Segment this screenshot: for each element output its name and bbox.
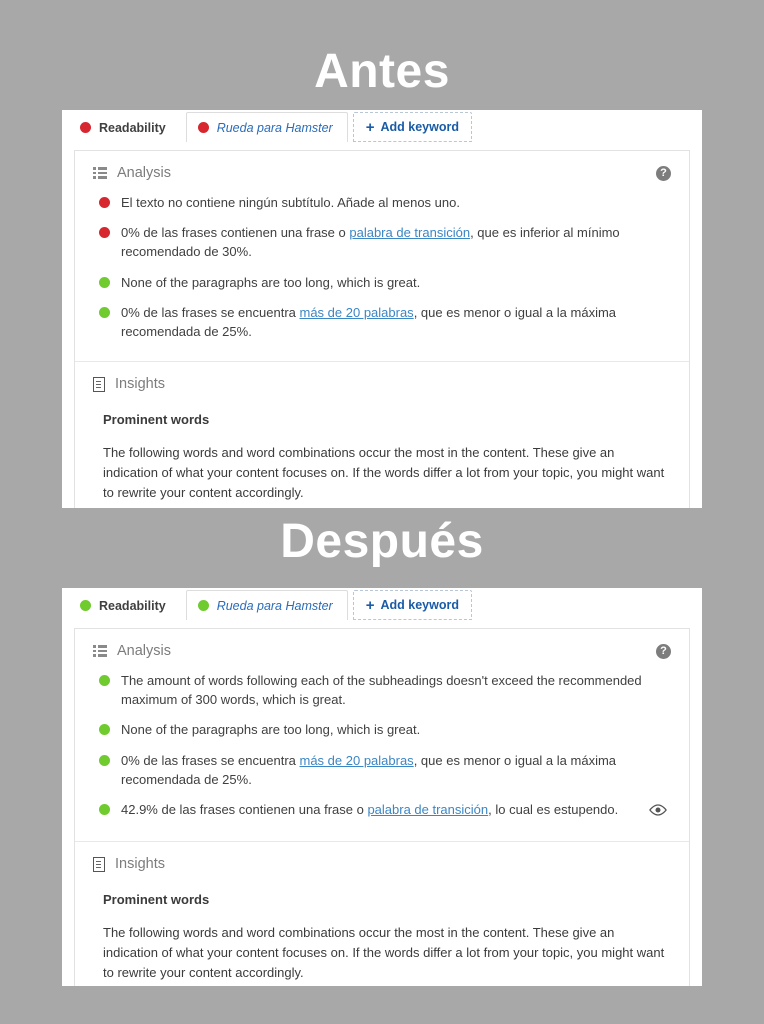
prominent-words-title: Prominent words bbox=[103, 412, 210, 428]
result-text: None of the paragraphs are too long, whi… bbox=[121, 720, 666, 739]
eye-icon[interactable] bbox=[649, 804, 667, 816]
analysis-result-item: None of the paragraphs are too long, whi… bbox=[93, 273, 671, 292]
list-icon bbox=[93, 645, 107, 657]
heading-despues: Después bbox=[280, 515, 484, 568]
tab-add-keyword-label: Add keyword bbox=[380, 120, 459, 134]
result-bullet bbox=[99, 197, 110, 208]
tab-add-keyword-label: Add keyword bbox=[380, 598, 459, 612]
insights-header: Insights bbox=[75, 842, 689, 882]
result-text-segment: , lo cual es estupendo. bbox=[488, 802, 619, 818]
tab-readability[interactable]: Readability bbox=[68, 112, 181, 142]
result-text: 0% de las frases se encuentra más de 20 … bbox=[121, 303, 666, 341]
result-text: 0% de las frases se encuentra más de 20 … bbox=[121, 751, 666, 789]
status-dot bbox=[197, 600, 209, 611]
analysis-results: The amount of words following each of th… bbox=[75, 669, 689, 837]
tab-readability-label: Readability bbox=[99, 120, 166, 135]
result-bullet bbox=[99, 276, 110, 288]
analysis-result-item: 42.9% de las frases contienen una frase … bbox=[93, 800, 671, 821]
document-icon bbox=[93, 376, 105, 392]
insights-title: Insights bbox=[115, 856, 165, 873]
help-icon[interactable]: ? bbox=[656, 165, 671, 181]
result-bullet bbox=[99, 306, 110, 318]
result-text-segment: The amount of words following each of th… bbox=[121, 673, 642, 708]
plus-icon: + bbox=[365, 596, 375, 614]
result-text-segment: El texto no contiene ningún subtítulo. A… bbox=[121, 195, 460, 210]
insights-paragraph: The following words and word combination… bbox=[103, 445, 665, 500]
result-text: The amount of words following each of th… bbox=[121, 671, 666, 709]
analysis-title: Analysis bbox=[117, 643, 171, 659]
result-text: 0% de las frases contienen una frase o p… bbox=[121, 223, 666, 261]
analysis-result-item: 0% de las frases se encuentra más de 20 … bbox=[93, 751, 671, 789]
result-bullet bbox=[99, 754, 110, 766]
result-text-segment: 0% de las frases se encuentra bbox=[121, 304, 300, 320]
result-link[interactable]: más de 20 palabras bbox=[300, 753, 414, 768]
result-link[interactable]: palabra de transición bbox=[367, 802, 488, 817]
tab-keyword[interactable]: Rueda para Hamster bbox=[185, 590, 348, 620]
analysis-header: Analysis? bbox=[75, 151, 689, 191]
document-icon bbox=[93, 856, 105, 872]
insights-body: Prominent words The following words and w… bbox=[75, 892, 689, 982]
insights-header: Insights bbox=[75, 362, 689, 402]
tab-readability-label: Readability bbox=[99, 598, 166, 613]
tab-add-keyword[interactable]: + Add keyword bbox=[352, 112, 472, 142]
result-text: None of the paragraphs are too long, whi… bbox=[121, 273, 666, 292]
analysis-card: Analysis? El texto no contiene ningún sub… bbox=[74, 150, 690, 508]
analysis-result-item: 0% de las frases contienen una frase o p… bbox=[93, 223, 671, 261]
result-bullet bbox=[99, 804, 110, 816]
help-icon[interactable]: ? bbox=[656, 643, 671, 659]
result-text-segment: None of the paragraphs are too long, whi… bbox=[121, 722, 421, 738]
list-icon bbox=[93, 167, 107, 179]
tab-keyword-label: Rueda para Hamster bbox=[216, 598, 333, 613]
result-bullet bbox=[99, 675, 110, 686]
result-link[interactable]: más de 20 palabras bbox=[300, 305, 414, 320]
result-text: 42.9% de las frases contienen una frase … bbox=[121, 800, 643, 819]
insights-paragraph: The following words and word combination… bbox=[103, 925, 665, 980]
result-text-segment: None of the paragraphs are too long, whi… bbox=[121, 274, 421, 290]
plus-icon: + bbox=[365, 118, 375, 136]
analysis-results: El texto no contiene ningún subtítulo. A… bbox=[75, 191, 689, 357]
analysis-result-item: El texto no contiene ningún subtítulo. A… bbox=[93, 193, 671, 212]
prominent-words-title: Prominent words bbox=[103, 892, 210, 908]
tab-strip: Readability Rueda para Hamster + Add keywor… bbox=[62, 110, 702, 142]
panel-after: Readability Rueda para Hamster + Add keywor… bbox=[62, 588, 702, 986]
insights-body: Prominent words The following words and w… bbox=[75, 412, 689, 502]
result-text-segment: 42.9% de las frases contienen una frase … bbox=[121, 802, 368, 818]
analysis-result-item: The amount of words following each of th… bbox=[93, 671, 671, 709]
analysis-title: Analysis bbox=[117, 165, 171, 181]
insights-title: Insights bbox=[115, 376, 165, 393]
panel-before: Readability Rueda para Hamster + Add keywor… bbox=[62, 110, 702, 508]
result-link[interactable]: palabra de transición bbox=[349, 225, 470, 240]
analysis-card: Analysis? The amount of words following e… bbox=[74, 628, 690, 986]
result-eye-button[interactable] bbox=[649, 803, 667, 821]
tab-keyword-label: Rueda para Hamster bbox=[216, 120, 333, 135]
analysis-result-item: None of the paragraphs are too long, whi… bbox=[93, 720, 671, 739]
tab-strip: Readability Rueda para Hamster + Add keywor… bbox=[62, 588, 702, 620]
result-text: El texto no contiene ningún subtítulo. A… bbox=[121, 193, 666, 212]
heading-antes: Antes bbox=[314, 45, 450, 98]
tab-keyword[interactable]: Rueda para Hamster bbox=[185, 112, 348, 142]
analysis-header: Analysis? bbox=[75, 629, 689, 669]
tab-readability[interactable]: Readability bbox=[68, 590, 181, 620]
result-text-segment: 0% de las frases se encuentra bbox=[121, 752, 300, 768]
comparison-stage: Antes Readability Rueda para Hamster + Add … bbox=[0, 0, 764, 1024]
result-text-segment: 0% de las frases contienen una frase o bbox=[121, 225, 350, 241]
status-dot bbox=[80, 600, 91, 611]
result-bullet bbox=[99, 227, 110, 239]
tab-add-keyword[interactable]: + Add keyword bbox=[352, 590, 472, 620]
result-bullet bbox=[99, 724, 110, 736]
status-dot bbox=[80, 122, 91, 133]
analysis-result-item: 0% de las frases se encuentra más de 20 … bbox=[93, 303, 671, 341]
status-dot bbox=[197, 122, 209, 133]
